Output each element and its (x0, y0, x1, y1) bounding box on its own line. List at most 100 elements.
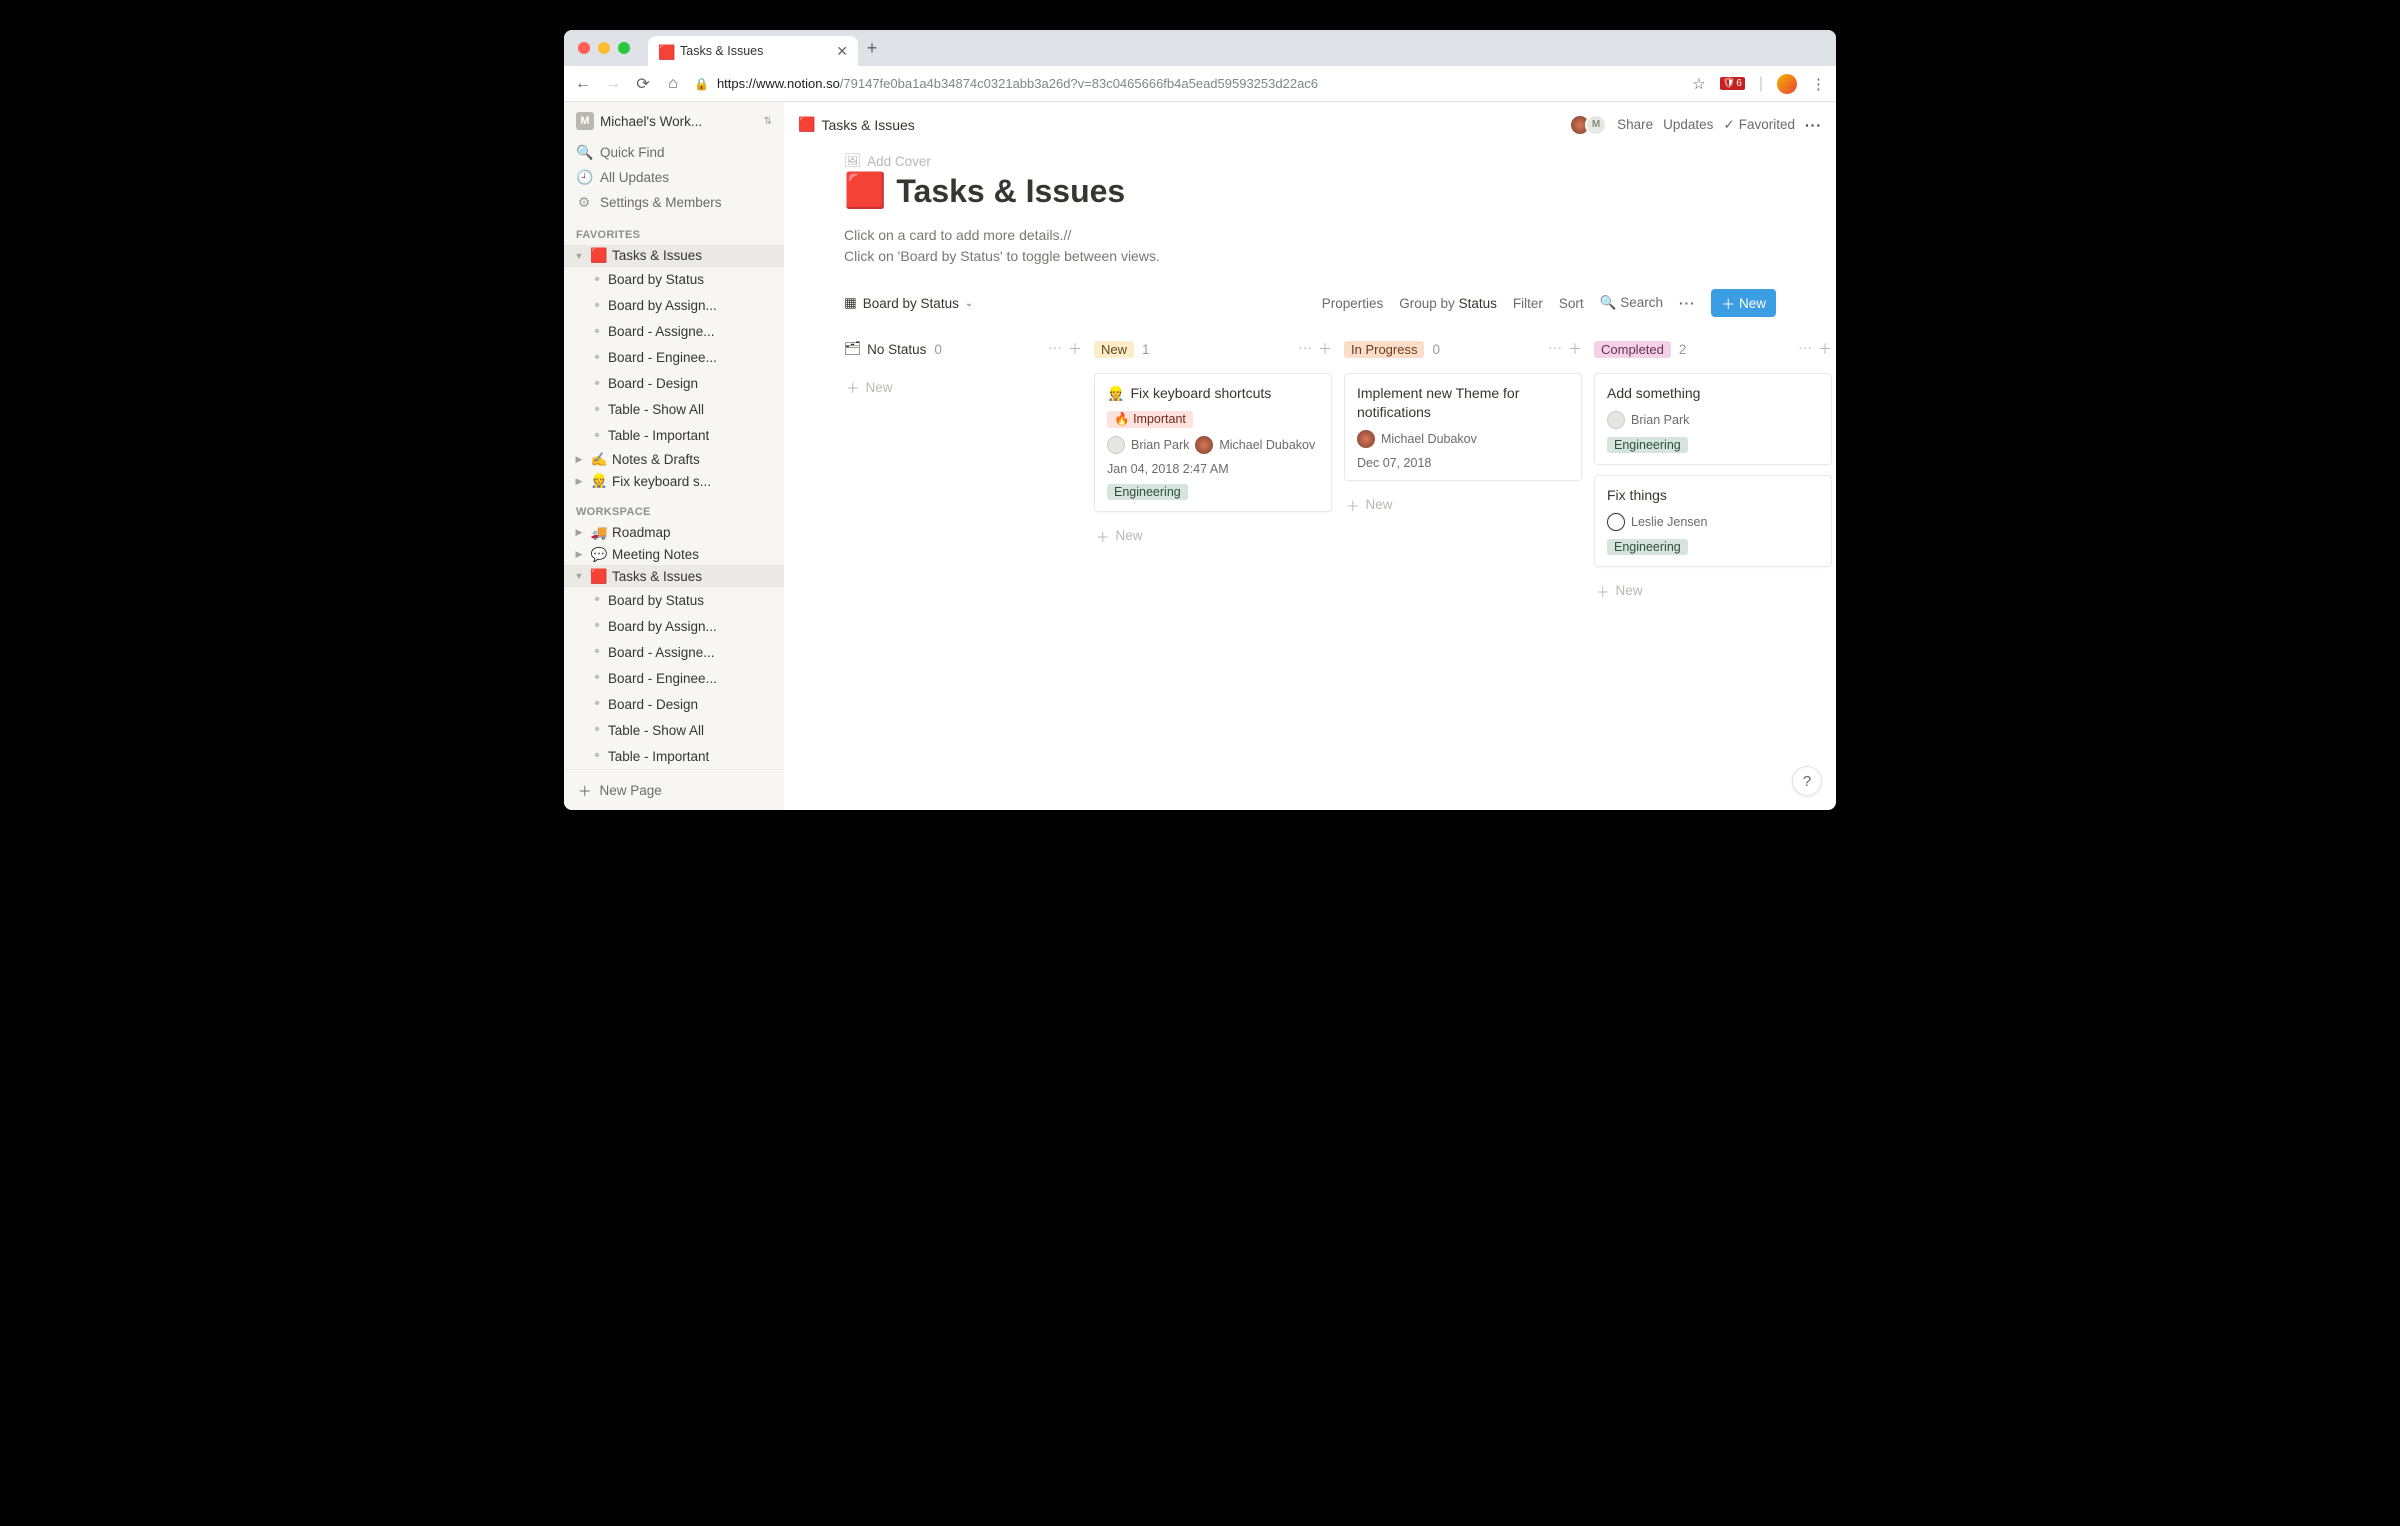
page-title-icon[interactable]: 🟥 (844, 171, 886, 211)
card[interactable]: Implement new Theme for notifications Mi… (1344, 373, 1582, 481)
add-card-button[interactable]: ＋New (844, 373, 1082, 401)
address-bar: ← → ⟳ ⌂ 🔒 https://www.notion.so/79147fe0… (564, 66, 1836, 102)
add-card-button[interactable]: ＋New (1344, 491, 1582, 519)
page-content: 🖼Add Cover 🟥 Tasks & Issues Click on a c… (784, 147, 1836, 625)
breadcrumb[interactable]: 🟥Tasks & Issues (798, 116, 915, 133)
reload-button[interactable]: ⟳ (634, 74, 652, 94)
sidebar-subitem[interactable]: •Table - Important (582, 743, 784, 769)
properties-button[interactable]: Properties (1322, 296, 1384, 311)
add-card-button[interactable]: ＋New (1094, 522, 1332, 550)
workspace-icon: M (576, 112, 594, 130)
minimize-window-icon[interactable] (598, 42, 610, 54)
column-add-icon[interactable]: ＋ (1818, 339, 1832, 359)
chevron-right-icon[interactable]: ▶ (572, 549, 586, 560)
page-subtitle[interactable]: Click on a card to add more details.// C… (844, 225, 1776, 267)
card-title: 👷Fix keyboard shortcuts (1107, 384, 1319, 403)
browser-tab[interactable]: 🟥 Tasks & Issues ✕ (648, 36, 858, 66)
add-cover-button[interactable]: 🖼Add Cover (844, 153, 1776, 169)
sidebar-subitem[interactable]: •Board - Design (582, 691, 784, 717)
page-icon: 🟥 (798, 116, 815, 133)
column-add-icon[interactable]: ＋ (1568, 339, 1582, 359)
presence-avatars[interactable]: M (1569, 114, 1607, 136)
more-menu-icon[interactable]: ··· (1805, 117, 1822, 133)
sidebar-item-tasks-issues[interactable]: ▼🟥Tasks & Issues (564, 245, 784, 267)
column-more-icon[interactable]: ··· (1048, 339, 1062, 359)
bullet-icon: • (590, 272, 604, 288)
new-button[interactable]: ＋New (1711, 289, 1776, 317)
sidebar-settings[interactable]: ⚙Settings & Members (564, 190, 784, 215)
tag-engineering: Engineering (1607, 539, 1688, 555)
chevron-down-icon[interactable]: ▼ (572, 251, 586, 261)
groupby-button[interactable]: Group by Status (1399, 296, 1497, 311)
sidebar-quick-find[interactable]: 🔍Quick Find (564, 140, 784, 165)
search-button[interactable]: 🔍 Search (1600, 295, 1663, 311)
maximize-window-icon[interactable] (618, 42, 630, 54)
chevron-right-icon[interactable]: ▶ (572, 454, 586, 465)
sidebar-subitem[interactable]: •Board - Design (582, 371, 784, 397)
add-card-button[interactable]: ＋New (1594, 577, 1832, 605)
sidebar-subitem[interactable]: •Board by Assign... (582, 613, 784, 639)
workspace-switcher[interactable]: M Michael's Work... ⇅ (564, 102, 784, 140)
column-count: 0 (934, 342, 942, 357)
sidebar-all-updates[interactable]: 🕘All Updates (564, 165, 784, 190)
card[interactable]: Add something Brian Park Engineering (1594, 373, 1832, 465)
profile-avatar-icon[interactable] (1777, 74, 1797, 94)
favorited-button[interactable]: ✓Favorited (1723, 117, 1795, 133)
browser-menu-icon[interactable]: ⋮ (1811, 75, 1826, 93)
page-icon: 🚚 (590, 525, 608, 541)
column-add-icon[interactable]: ＋ (1068, 339, 1082, 359)
chevron-updown-icon: ⇅ (764, 116, 772, 127)
filter-button[interactable]: Filter (1513, 296, 1543, 311)
view-selector[interactable]: ▦ Board by Status ⌄ (844, 295, 973, 311)
sort-button[interactable]: Sort (1559, 296, 1584, 311)
chevron-right-icon[interactable]: ▶ (572, 527, 586, 538)
avatar-icon: M (1585, 114, 1607, 136)
sidebar-subitem[interactable]: •Board - Enginee... (582, 345, 784, 371)
view-more-icon[interactable]: ··· (1679, 296, 1696, 311)
star-icon[interactable]: ☆ (1692, 75, 1705, 93)
tag-engineering: Engineering (1607, 437, 1688, 453)
bullet-icon: • (590, 402, 604, 418)
new-tab-button[interactable]: + (858, 34, 886, 62)
updates-button[interactable]: Updates (1663, 117, 1713, 132)
new-page-button[interactable]: ＋New Page (564, 770, 784, 810)
column-more-icon[interactable]: ··· (1298, 339, 1312, 359)
sidebar-item-roadmap[interactable]: ▶🚚Roadmap (564, 522, 784, 544)
bullet-icon: • (590, 696, 604, 712)
sidebar-subitem[interactable]: •Table - Show All (582, 397, 784, 423)
close-tab-icon[interactable]: ✕ (836, 43, 848, 60)
share-button[interactable]: Share (1617, 117, 1653, 132)
sidebar-subitem[interactable]: •Board - Assigne... (582, 319, 784, 345)
card-people: Michael Dubakov (1357, 430, 1569, 448)
column-count: 1 (1142, 342, 1150, 357)
home-button[interactable]: ⌂ (664, 75, 682, 93)
bullet-icon: • (590, 748, 604, 764)
sidebar-subitem[interactable]: •Board - Assigne... (582, 639, 784, 665)
back-button[interactable]: ← (574, 75, 592, 93)
sidebar-subitem[interactable]: •Table - Important (582, 423, 784, 449)
card[interactable]: Fix things Leslie Jensen Engineering (1594, 475, 1832, 567)
sidebar-item-tasks-issues-ws[interactable]: ▼🟥Tasks & Issues (564, 565, 784, 587)
chevron-right-icon[interactable]: ▶ (572, 476, 586, 487)
help-button[interactable]: ? (1792, 766, 1822, 796)
column-more-icon[interactable]: ··· (1798, 339, 1812, 359)
chevron-down-icon[interactable]: ▼ (572, 571, 586, 581)
sidebar-subitem[interactable]: •Board - Enginee... (582, 665, 784, 691)
column-more-icon[interactable]: ··· (1548, 339, 1562, 359)
page-title[interactable]: Tasks & Issues (896, 173, 1125, 210)
close-window-icon[interactable] (578, 42, 590, 54)
url-field[interactable]: 🔒 https://www.notion.so/79147fe0ba1a4b34… (694, 76, 1680, 91)
sidebar-subitem[interactable]: •Board by Status (582, 587, 784, 613)
column-add-icon[interactable]: ＋ (1318, 339, 1332, 359)
clock-icon: 🕘 (576, 169, 592, 186)
gear-icon: ⚙ (576, 194, 592, 211)
sidebar-subitem[interactable]: •Board by Status (582, 267, 784, 293)
sidebar-item-meeting[interactable]: ▶💬Meeting Notes (564, 544, 784, 566)
card[interactable]: 👷Fix keyboard shortcuts 🔥 Important Bria… (1094, 373, 1332, 512)
sidebar-subitem[interactable]: •Table - Show All (582, 717, 784, 743)
sidebar-item-fix-keyboard[interactable]: ▶👷Fix keyboard s... (564, 470, 784, 492)
sidebar-subitem[interactable]: •Board by Assign... (582, 293, 784, 319)
mac-traffic-lights (578, 42, 630, 54)
extension-badge[interactable]: 🛡6 (1720, 77, 1745, 90)
sidebar-item-notes[interactable]: ▶✍️Notes & Drafts (564, 449, 784, 471)
